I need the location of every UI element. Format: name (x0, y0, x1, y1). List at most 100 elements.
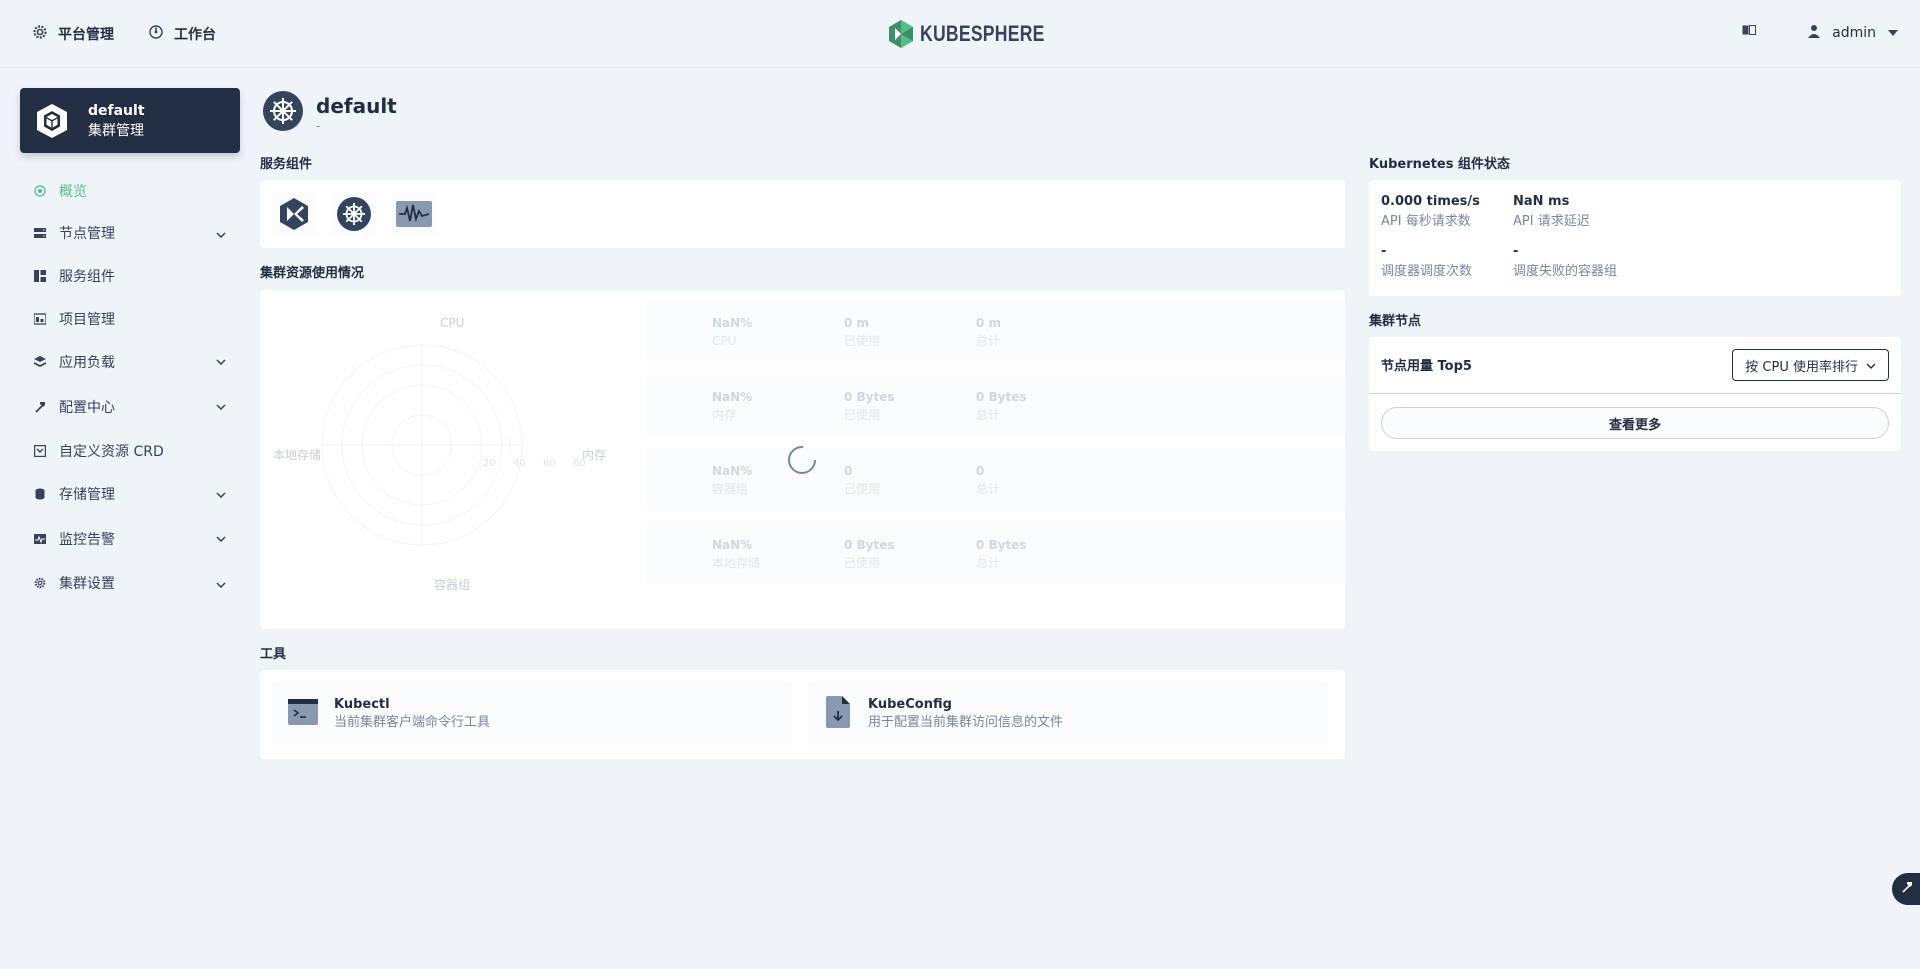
kubectl-tool[interactable]: Kubectl 当前集群客户端命令行工具 (272, 682, 792, 746)
divider (1369, 393, 1901, 394)
workloads-icon (34, 355, 46, 368)
monitoring-component-icon[interactable] (392, 192, 436, 236)
radar-axis-storage: 本地存储 (273, 448, 322, 462)
k8s-status-card: 0.000 times/s API 每秒请求数 NaN ms API 请求延迟 -调… (1369, 180, 1901, 296)
sidebar-item-label: 监控告警 (59, 532, 115, 548)
resource-cpu-pct: NaN% CPU (712, 316, 753, 348)
radar-axis-pods: 容器组 (434, 578, 471, 592)
sidebar-item-label: 项目管理 (59, 311, 115, 328)
sidebar-item-crd[interactable]: 自定义资源 CRD (20, 429, 240, 472)
sidebar-item-projects[interactable]: 项目管理 (20, 298, 240, 339)
gear-icon (32, 24, 48, 44)
sidebar-item-components[interactable]: 服务组件 (20, 253, 240, 298)
username: admin (1832, 25, 1876, 41)
chevron-down-icon (216, 530, 226, 546)
resource-cpu-total: 0 m 总计 (976, 316, 1002, 348)
resource-cpu-used: 0 m 已使用 (844, 316, 881, 348)
sidebar-item-label: 应用负载 (59, 354, 115, 371)
radar-tick: 80 (573, 458, 586, 469)
hammer-icon (34, 401, 46, 413)
layout-toggle[interactable] (1742, 24, 1756, 40)
sidebar-item-config[interactable]: 配置中心 (20, 384, 240, 429)
sort-select[interactable]: 按 CPU 使用率排行 (1732, 349, 1889, 381)
radar-tick: 60 (543, 458, 556, 469)
nodes-icon (34, 227, 46, 239)
chevron-down-icon (216, 398, 226, 414)
resource-storage-total: 0 Bytes 总计 (976, 538, 1027, 570)
sidebar-item-nodes[interactable]: 节点管理 (20, 212, 240, 253)
toolbox-button[interactable] (1892, 873, 1920, 905)
kubernetes-icon (262, 90, 304, 136)
sidebar-item-label: 节点管理 (59, 225, 115, 242)
sidebar-item-label: 服务组件 (59, 268, 115, 285)
platform-label: 平台管理 (58, 27, 114, 43)
resource-storage-used: 0 Bytes 已使用 (844, 538, 895, 570)
tool-title: Kubectl (334, 697, 390, 712)
chevron-down-icon (216, 486, 226, 502)
kubesphere-component-icon[interactable] (272, 192, 316, 236)
user-menu[interactable]: admin (1808, 24, 1898, 42)
monitoring-icon (34, 533, 46, 545)
sidebar-item-label: 配置中心 (59, 399, 115, 416)
scheduler-count: - 调度器调度次数 (1381, 244, 1473, 279)
nodes-top5-title: 节点用量 Top5 (1381, 359, 1472, 374)
tool-title: KubeConfig (868, 697, 952, 712)
scheduler-failed: - 调度失败的容器组 (1513, 244, 1618, 279)
cluster-name: default (88, 102, 145, 119)
user-icon (1808, 24, 1821, 42)
hammer-icon (1901, 881, 1913, 897)
kubernetes-component-icon[interactable] (332, 192, 376, 236)
kubeconfig-tool[interactable]: KubeConfig 用于配置当前集群访问信息的文件 (808, 682, 1328, 746)
radar-axis-cpu: CPU (440, 316, 465, 330)
cluster-resources-card: CPU 内存 容器组 本地存储 20 40 60 80 NaN% CPU 0 m已… (260, 290, 1346, 629)
tools-card: Kubectl 当前集群客户端命令行工具 KubeConfig 用于配置当前集群… (260, 670, 1345, 759)
sidebar-item-storage[interactable]: 存储管理 (20, 472, 240, 516)
sidebar-item-label: 存储管理 (59, 487, 115, 503)
page-title: default (316, 94, 397, 118)
page-subtitle: - (316, 119, 321, 133)
crd-icon (34, 444, 46, 457)
view-more-button[interactable]: 查看更多 (1381, 407, 1889, 439)
sidebar-item-settings[interactable]: 集群设置 (20, 562, 240, 603)
sidebar-item-label: 集群设置 (59, 575, 115, 592)
storage-icon (34, 488, 46, 500)
workbench-nav[interactable]: 工作台 (148, 24, 216, 44)
chevron-down-icon (216, 226, 226, 242)
brand-logo[interactable]: KUBESPHERE (888, 19, 1076, 49)
book-icon (1742, 24, 1756, 40)
top-bar: 平台管理 工作台 KUBESPHERE admin (0, 0, 1920, 68)
cluster-nodes-card: 节点用量 Top5 按 CPU 使用率排行 查看更多 (1369, 337, 1901, 451)
components-icon (34, 269, 46, 282)
page-header: default - (262, 90, 397, 136)
sidebar-menu: 概览 节点管理 服务组件 项目管理 应用负载 配置中心 自定义资源 CRD 存储… (20, 170, 240, 603)
resource-storage-pct: NaN% 本地存储 (712, 538, 761, 570)
cluster-selector[interactable]: default 集群管理 (20, 88, 240, 153)
sidebar-item-workloads[interactable]: 应用负载 (20, 339, 240, 384)
cluster-icon (26, 102, 78, 140)
cluster-sub: 集群管理 (88, 122, 144, 139)
sidebar-item-monitoring[interactable]: 监控告警 (20, 516, 240, 562)
service-components-card (260, 180, 1345, 248)
brand-name: KUBESPHERE (920, 21, 1045, 46)
terminal-icon (288, 699, 318, 729)
resource-pods-pct: NaN% 容器组 (712, 464, 753, 496)
tools-title: 工具 (260, 647, 287, 662)
tool-desc: 当前集群客户端命令行工具 (334, 715, 491, 730)
workbench-label: 工作台 (174, 27, 216, 43)
resource-memory-total: 0 Bytes 总计 (976, 390, 1027, 422)
sidebar-item-label: 自定义资源 CRD (59, 443, 164, 460)
tool-desc: 用于配置当前集群访问信息的文件 (868, 715, 1064, 730)
radar-tick: 40 (513, 458, 526, 469)
sidebar-item-overview[interactable]: 概览 (20, 170, 240, 212)
resource-pods-used: 0 已使用 (844, 464, 881, 496)
dashboard-icon (148, 24, 164, 44)
platform-nav[interactable]: 平台管理 (32, 24, 114, 44)
chevron-down-icon (216, 576, 226, 592)
api-rate: 0.000 times/s API 每秒请求数 (1381, 194, 1480, 229)
cluster-resources-title: 集群资源使用情况 (260, 266, 365, 281)
chevron-down-icon (1866, 358, 1876, 373)
file-download-icon (826, 696, 850, 732)
sidebar-item-label: 概览 (59, 184, 87, 200)
api-latency: NaN ms API 请求延迟 (1513, 194, 1590, 229)
resource-memory-pct: NaN% 内存 (712, 390, 753, 422)
